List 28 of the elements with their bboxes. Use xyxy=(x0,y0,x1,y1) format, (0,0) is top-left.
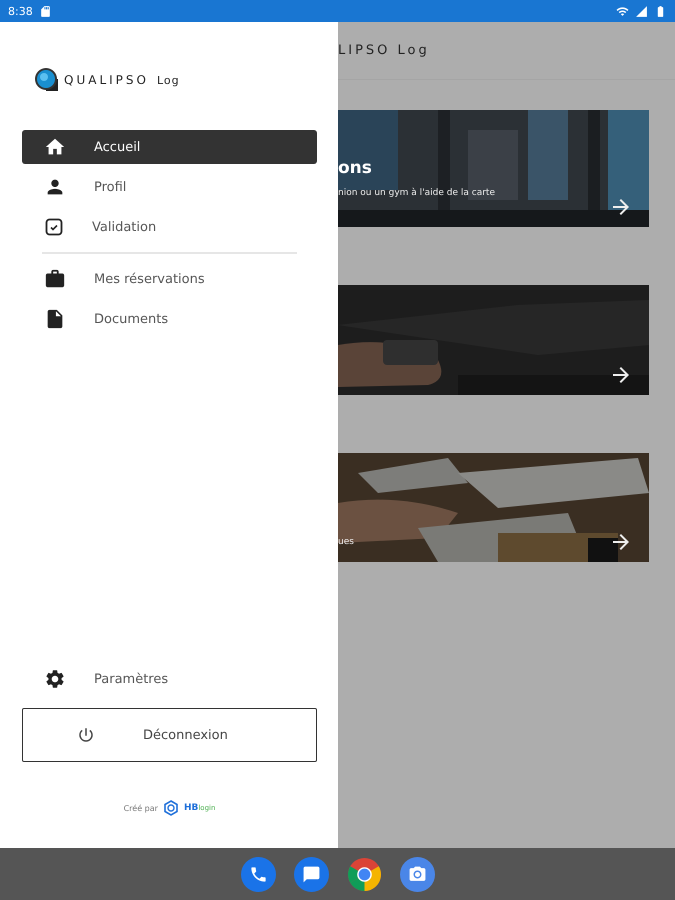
card-subtitle: nion ou un gym à l'aide de la carte xyxy=(338,188,495,198)
clock: 8:38 xyxy=(8,4,33,18)
hexagon-icon xyxy=(162,800,179,816)
chat-icon[interactable] xyxy=(294,856,328,892)
power-icon xyxy=(77,726,95,744)
settings-icon xyxy=(44,668,66,690)
logo-icon xyxy=(34,67,60,93)
sd-card-icon xyxy=(38,4,52,18)
menu-item[interactable]: Profil xyxy=(22,170,317,204)
logo-text: QUALIPSO xyxy=(64,73,149,87)
card-subtitle: ues xyxy=(338,537,354,547)
browser-icon[interactable] xyxy=(346,856,382,892)
menu-item[interactable]: Documents xyxy=(22,302,317,336)
checkbox-icon xyxy=(44,217,64,237)
credit-text: Créé par xyxy=(124,804,158,812)
menu-item[interactable]: Mes réservations xyxy=(22,262,317,296)
app-title: LIPSO Log xyxy=(338,43,430,58)
wifi-icon xyxy=(616,4,629,18)
menu-item[interactable]: Accueil xyxy=(22,130,317,164)
signal-icon xyxy=(635,4,648,18)
logout-button[interactable]: Déconnexion xyxy=(22,708,317,762)
phone-icon[interactable] xyxy=(240,856,276,892)
briefcase-icon xyxy=(44,268,66,290)
menu-item[interactable]: Validation xyxy=(22,210,317,244)
logo-text: Log xyxy=(156,74,180,86)
camera-icon[interactable] xyxy=(400,856,434,892)
card-title: ons xyxy=(338,158,372,178)
menu-item[interactable]: Paramètres xyxy=(22,662,317,696)
